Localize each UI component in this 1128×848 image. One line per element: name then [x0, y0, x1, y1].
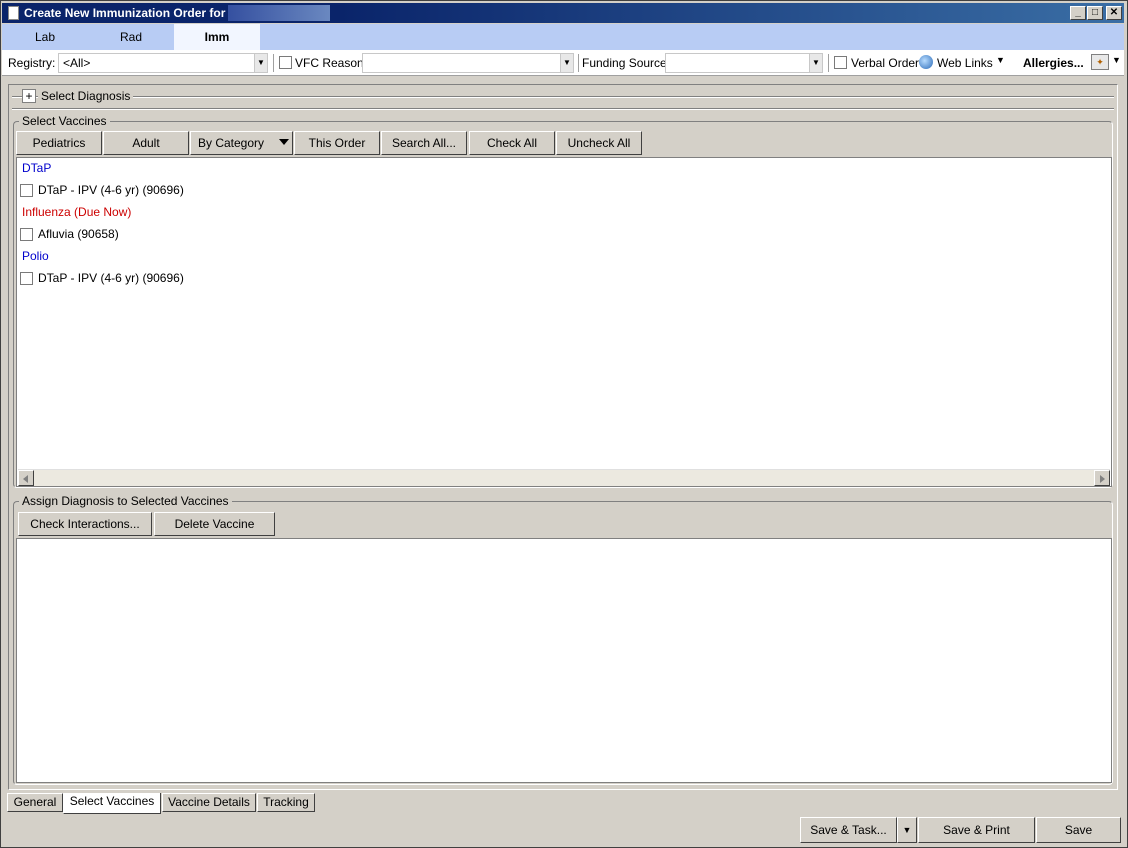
maximize-button[interactable]: □ [1087, 6, 1103, 20]
vfc-reason-label: VFC Reason [295, 56, 364, 70]
title-bar: Create New Immunization Order for _ □ ✕ [2, 3, 1124, 23]
chevron-down-icon[interactable]: ▼ [809, 54, 822, 72]
chevron-down-icon[interactable]: ▼ [996, 55, 1005, 65]
minimize-button[interactable]: _ [1070, 6, 1086, 20]
by-category-dropdown[interactable]: By Category [190, 131, 293, 155]
category-influenza: Influenza (Due Now) [22, 205, 132, 219]
window-title: Create New Immunization Order for [24, 6, 226, 20]
redacted-patient-name [228, 5, 330, 21]
by-category-label: By Category [198, 136, 265, 150]
registry-value: <All> [63, 56, 91, 70]
adult-button[interactable]: Adult [103, 131, 189, 155]
assigned-vaccines-list[interactable] [16, 538, 1112, 783]
arrow-right-icon [1100, 475, 1105, 483]
document-icon [8, 6, 19, 20]
verbal-order-label: Verbal Order [851, 56, 920, 70]
vaccine-checkbox[interactable] [20, 272, 33, 285]
vfc-reason-checkbox[interactable] [279, 56, 292, 69]
search-all-button[interactable]: Search All... [381, 131, 467, 155]
tab-rad[interactable]: Rad [88, 24, 174, 50]
registry-select[interactable]: <All> ▼ [58, 53, 268, 73]
save-and-task-button[interactable]: Save & Task... [800, 817, 897, 843]
select-vaccines-label: Select Vaccines [19, 114, 110, 128]
vaccine-item-label[interactable]: Afluvia (90658) [38, 227, 119, 241]
vaccine-item-label[interactable]: DTaP - IPV (4-6 yr) (90696) [38, 271, 184, 285]
pediatrics-button[interactable]: Pediatrics [16, 131, 102, 155]
assign-diagnosis-label: Assign Diagnosis to Selected Vaccines [19, 494, 232, 508]
expand-diagnosis-icon[interactable]: + [22, 89, 36, 103]
chevron-down-icon[interactable]: ▼ [254, 54, 267, 72]
vaccine-checkbox[interactable] [20, 228, 33, 241]
allergies-button[interactable]: Allergies... [1023, 56, 1084, 70]
diagnosis-divider [12, 96, 1114, 98]
vfc-reason-select[interactable]: ▼ [362, 53, 574, 73]
section-divider [12, 108, 1114, 110]
save-and-print-button[interactable]: Save & Print [918, 817, 1035, 843]
chevron-down-icon[interactable]: ▼ [560, 54, 573, 72]
horizontal-scrollbar[interactable] [18, 469, 1110, 486]
registry-label: Registry: [8, 56, 56, 70]
vaccine-item-label[interactable]: DTaP - IPV (4-6 yr) (90696) [38, 183, 184, 197]
chevron-down-icon[interactable]: ▼ [1112, 55, 1121, 65]
tab-imm[interactable]: Imm [174, 24, 260, 50]
globe-icon[interactable] [919, 55, 933, 69]
select-diagnosis-label: Select Diagnosis [38, 89, 134, 103]
chevron-down-icon[interactable]: ▼ [897, 817, 917, 843]
vaccine-list[interactable] [16, 157, 1112, 487]
chevron-down-icon [279, 139, 289, 145]
verbal-order-checkbox[interactable] [834, 56, 847, 69]
funding-source-label: Funding Source: [582, 56, 671, 70]
registry-toolbar: Registry: <All> ▼ VFC Reason ▼ Funding S… [2, 50, 1124, 76]
toolbar-divider [578, 54, 579, 72]
check-interactions-button[interactable]: Check Interactions... [18, 512, 152, 536]
funding-source-select[interactable]: ▼ [665, 53, 823, 73]
tab-select-vaccines[interactable]: Select Vaccines [63, 793, 161, 814]
scroll-right-button[interactable] [1094, 470, 1110, 486]
category-polio: Polio [22, 249, 49, 263]
order-type-tabs: Lab Rad Imm [2, 24, 1124, 50]
tab-general[interactable]: General [7, 793, 63, 812]
save-button[interactable]: Save [1036, 817, 1121, 843]
web-links-button[interactable]: Web Links [937, 56, 993, 70]
close-button[interactable]: ✕ [1106, 6, 1122, 20]
toolbar-divider [828, 54, 829, 72]
this-order-button[interactable]: This Order [294, 131, 380, 155]
toolbar-divider [273, 54, 274, 72]
uncheck-all-button[interactable]: Uncheck All [556, 131, 642, 155]
scroll-left-button[interactable] [18, 470, 34, 486]
category-dtap: DTaP [22, 161, 52, 175]
vaccine-checkbox[interactable] [20, 184, 33, 197]
tab-tracking[interactable]: Tracking [257, 793, 315, 812]
allergy-alert-icon[interactable]: ✦ [1091, 54, 1109, 70]
check-all-button[interactable]: Check All [469, 131, 555, 155]
tab-vaccine-details[interactable]: Vaccine Details [162, 793, 256, 812]
arrow-left-icon [23, 475, 28, 483]
tab-lab[interactable]: Lab [2, 24, 88, 50]
delete-vaccine-button[interactable]: Delete Vaccine [154, 512, 275, 536]
